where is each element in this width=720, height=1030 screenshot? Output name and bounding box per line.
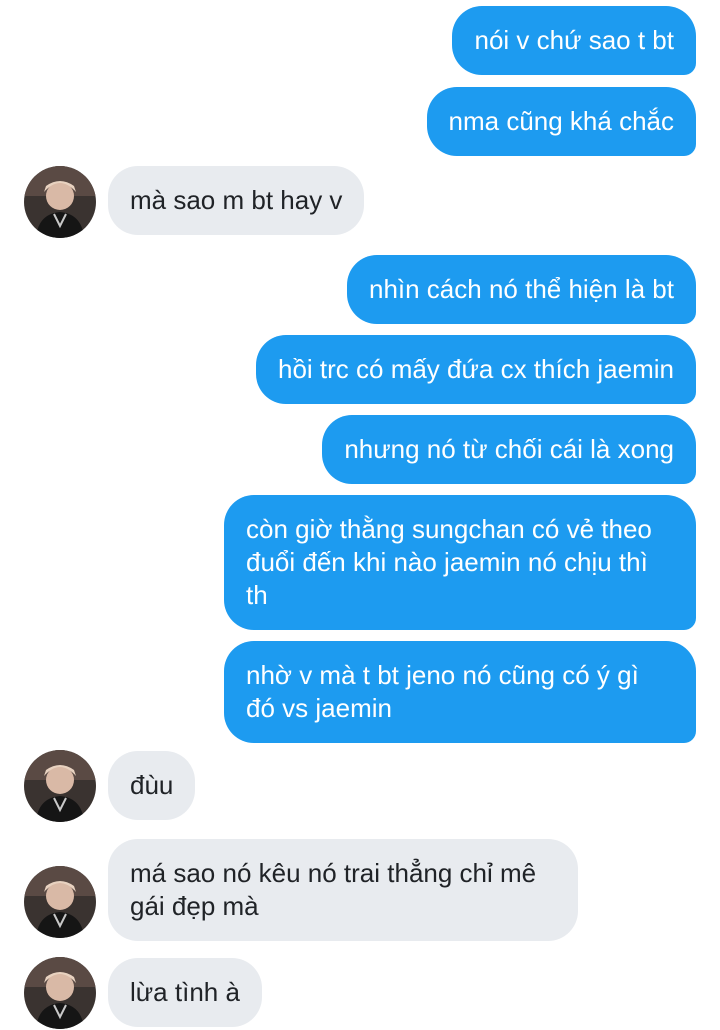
message-bubble-sent[interactable]: nhưng nó từ chối cái là xong bbox=[322, 415, 696, 484]
avatar-photo-icon bbox=[24, 166, 96, 238]
message-bubble-sent[interactable]: nma cũng khá chắc bbox=[426, 87, 696, 156]
message-bubble-received[interactable]: lừa tình à bbox=[108, 958, 262, 1027]
message-bubble-sent[interactable]: hồi trc có mấy đứa cx thích jaemin bbox=[255, 335, 696, 404]
contact-avatar-icon[interactable] bbox=[24, 957, 96, 1029]
message-bubble-received[interactable]: đùu bbox=[108, 751, 196, 820]
avatar-photo-icon bbox=[24, 866, 96, 938]
message-bubble-sent[interactable]: còn giờ thằng sungchan có vẻ theo đuổi đ… bbox=[224, 495, 696, 630]
contact-avatar-icon[interactable] bbox=[24, 750, 96, 822]
message-bubble-sent[interactable]: nhìn cách nó thể hiện là bt bbox=[346, 255, 696, 324]
message-bubble-sent[interactable]: nhờ v mà t bt jeno nó cũng có ý gì đó vs… bbox=[224, 641, 696, 743]
avatar-photo-icon bbox=[24, 750, 96, 822]
message-bubble-received[interactable]: má sao nó kêu nó trai thẳng chỉ mê gái đ… bbox=[108, 839, 578, 941]
avatar-photo-icon bbox=[24, 957, 96, 1029]
contact-avatar-icon[interactable] bbox=[24, 866, 96, 938]
contact-avatar-icon[interactable] bbox=[24, 166, 96, 238]
message-bubble-sent[interactable]: nói v chứ sao t bt bbox=[452, 6, 696, 75]
message-bubble-received[interactable]: mà sao m bt hay v bbox=[108, 166, 365, 235]
